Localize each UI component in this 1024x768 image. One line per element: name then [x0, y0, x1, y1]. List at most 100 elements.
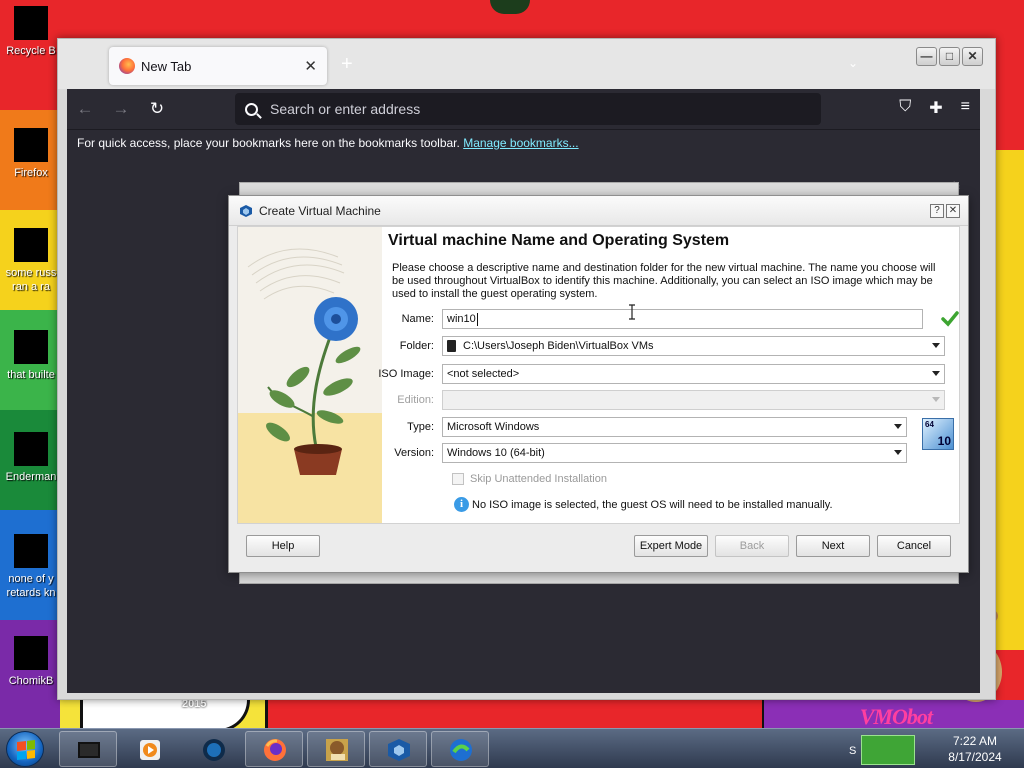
desktop-icon-label: Recycle B — [6, 45, 56, 57]
dialog-titlebar: Create Virtual Machine ? ✕ — [229, 196, 968, 226]
taskbar-item-firefox[interactable] — [245, 731, 303, 767]
type-value: Microsoft Windows — [447, 421, 540, 433]
taskbar-item-globe[interactable] — [184, 731, 242, 767]
info-message: i No ISO image is selected, the guest OS… — [454, 497, 833, 512]
maximize-button[interactable]: □ — [939, 47, 960, 66]
folder-label: Folder: — [399, 340, 434, 352]
taskbar-item-chomikbox[interactable] — [307, 731, 365, 767]
name-value: win10 — [447, 313, 476, 325]
version-value: Windows 10 (64-bit) — [447, 447, 545, 459]
skip-unattended-checkbox: Skip Unattended Installation — [452, 473, 607, 485]
name-label: Name: — [401, 313, 434, 325]
version-label: Version: — [394, 447, 434, 459]
clock-time: 7:22 AM — [952, 734, 998, 748]
desktop-icon-image — [14, 6, 48, 40]
start-button[interactable] — [6, 731, 44, 767]
desktop-icon-image — [14, 228, 48, 262]
desktop-icon[interactable]: Firefox — [0, 128, 62, 180]
info-icon: i — [454, 497, 469, 512]
close-window-button[interactable]: ✕ — [962, 47, 983, 66]
desktop-icon[interactable]: none of y retards kn — [0, 534, 62, 600]
desktop-icon-label: ChomikB — [8, 675, 54, 687]
reload-button[interactable]: ↻ — [139, 99, 175, 119]
chevron-down-icon — [894, 450, 902, 455]
new-tab-button[interactable]: + — [341, 53, 353, 76]
taskbar: S 7:22 AM 8/17/2024 — [0, 728, 1024, 768]
desktop-icon[interactable]: that builte — [0, 330, 62, 382]
desktop-icon-label: none of y retards kn — [6, 573, 56, 599]
iso-value: <not selected> — [447, 368, 520, 380]
chevron-down-icon — [894, 424, 902, 429]
page-heading: Virtual machine Name and Operating Syste… — [388, 232, 730, 249]
tab-close-icon[interactable]: ✕ — [304, 57, 317, 75]
forward-button[interactable]: → — [103, 99, 139, 119]
menu-icon[interactable]: ≡ — [961, 98, 970, 118]
desktop-icon-image — [14, 330, 48, 364]
desktop-icon[interactable]: ChomikB — [0, 636, 62, 688]
desktop-icon-label: some russ ran a ra — [5, 267, 57, 293]
desktop-icon[interactable]: Enderman — [0, 432, 62, 484]
firefox-icon — [119, 58, 135, 74]
media-player-icon — [140, 740, 160, 760]
firefox-icon — [264, 739, 286, 761]
tab-new-tab[interactable]: New Tab ✕ — [109, 47, 327, 85]
iso-select[interactable]: <not selected> — [442, 364, 945, 384]
help-button[interactable]: Help — [246, 535, 320, 557]
wallpaper-logo-text: VMObot — [859, 704, 933, 729]
extensions-icon[interactable]: ✚ — [929, 98, 942, 118]
pocket-icon[interactable]: ⛉ — [899, 98, 911, 118]
virtualbox-icon — [240, 204, 252, 217]
terminal-icon — [78, 742, 100, 758]
name-input[interactable]: win10 — [442, 309, 923, 329]
desktop-icon[interactable]: some russ ran a ra — [0, 228, 62, 294]
page-description: Please choose a descriptive name and des… — [392, 262, 936, 300]
clock[interactable]: 7:22 AM 8/17/2024 — [940, 733, 1010, 765]
checkbox-box — [452, 473, 464, 485]
desktop-icon-label: that builte — [7, 369, 55, 381]
chevron-down-icon — [932, 371, 940, 376]
version-select[interactable]: Windows 10 (64-bit) — [442, 443, 907, 463]
info-text: No ISO image is selected, the guest OS w… — [472, 498, 833, 511]
dialog-body: Virtual machine Name and Operating Syste… — [237, 226, 960, 524]
navigation-toolbar: ← → ↻ Search or enter address ⛉ ✚ ≡ — [67, 89, 980, 129]
type-select[interactable]: Microsoft Windows — [442, 417, 907, 437]
tray-text: S — [849, 745, 857, 757]
firefox-titlebar: New Tab ✕ + ⌄ — □ ✕ — [58, 39, 995, 89]
taskbar-item-virtualbox[interactable] — [369, 731, 427, 767]
url-placeholder: Search or enter address — [270, 101, 421, 117]
virtualbox-icon — [388, 739, 410, 761]
expert-mode-button[interactable]: Expert Mode — [634, 535, 708, 557]
skip-unattended-label: Skip Unattended Installation — [470, 473, 607, 485]
list-tabs-button[interactable]: ⌄ — [848, 56, 858, 70]
wallpaper-detail — [490, 0, 530, 14]
desktop-icon-image — [14, 636, 48, 670]
create-vm-dialog: Create Virtual Machine ? ✕ Virtual machi… — [228, 195, 969, 573]
taskbar-item-media-player[interactable] — [120, 731, 178, 767]
desktop-icon-label: Enderman — [5, 471, 57, 483]
bookmarks-hint: For quick access, place your bookmarks h… — [77, 136, 460, 150]
taskbar-item-terminal[interactable] — [59, 731, 117, 767]
text-cursor-icon — [629, 304, 635, 320]
minimize-button[interactable]: — — [916, 47, 937, 66]
folder-value: C:\Users\Joseph Biden\VirtualBox VMs — [463, 340, 654, 352]
edition-label: Edition: — [397, 394, 434, 406]
url-bar[interactable]: Search or enter address — [235, 93, 821, 125]
valid-check-icon — [941, 311, 959, 327]
manage-bookmarks-link[interactable]: Manage bookmarks... — [463, 136, 578, 150]
dialog-help-icon[interactable]: ? — [930, 203, 944, 218]
window-controls: — □ ✕ — [916, 47, 983, 66]
iso-label: ISO Image: — [378, 368, 434, 380]
taskbar-item-download-manager[interactable] — [431, 731, 489, 767]
network-icon[interactable] — [861, 735, 915, 765]
folder-select[interactable]: C:\Users\Joseph Biden\VirtualBox VMs — [442, 336, 945, 356]
dialog-close-icon[interactable]: ✕ — [946, 203, 960, 218]
tab-title: New Tab — [141, 58, 192, 74]
back-button[interactable]: ← — [67, 99, 103, 119]
edition-select — [442, 390, 945, 410]
search-icon — [245, 102, 258, 116]
desktop-icon[interactable]: Recycle B — [0, 6, 62, 58]
cancel-button[interactable]: Cancel — [877, 535, 951, 557]
chomikbox-icon — [326, 739, 348, 761]
system-tray: S — [841, 731, 931, 767]
next-button[interactable]: Next — [796, 535, 870, 557]
